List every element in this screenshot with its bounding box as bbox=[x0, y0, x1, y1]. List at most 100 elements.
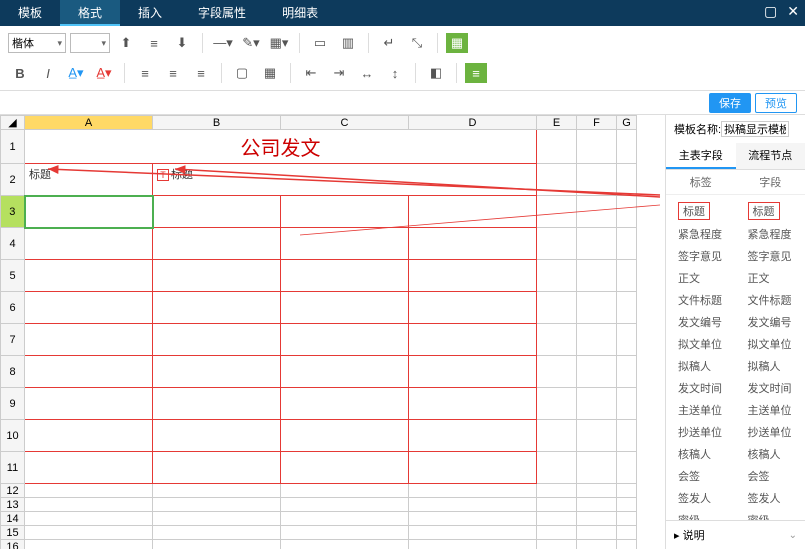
field-row-6[interactable]: 拟文单位拟文单位 bbox=[666, 333, 805, 355]
row-header-8[interactable]: 8 bbox=[1, 356, 25, 388]
title-cell[interactable]: 公司发文 bbox=[25, 130, 537, 164]
field-row-4[interactable]: 文件标题文件标题 bbox=[666, 289, 805, 311]
row-header-5[interactable]: 5 bbox=[1, 260, 25, 292]
bold-icon[interactable]: B bbox=[8, 62, 32, 84]
cell-B10[interactable] bbox=[153, 420, 281, 452]
line-style-icon[interactable]: —▾ bbox=[211, 32, 235, 54]
field-list[interactable]: 标题标题紧急程度紧急程度签字意见签字意见正文正文文件标题文件标题发文编号发文编号… bbox=[666, 195, 805, 520]
row-header-6[interactable]: 6 bbox=[1, 292, 25, 324]
field-label[interactable]: 密级 bbox=[666, 512, 736, 520]
corner-cell[interactable]: ◢ bbox=[1, 116, 25, 130]
template-name-input[interactable] bbox=[721, 121, 789, 137]
cell-G9[interactable] bbox=[617, 388, 637, 420]
window-close-icon[interactable]: ✕ bbox=[787, 3, 799, 20]
cell-E6[interactable] bbox=[537, 292, 577, 324]
col-header-F[interactable]: F bbox=[577, 116, 617, 130]
align-center-icon[interactable]: ≡ bbox=[161, 62, 185, 84]
cell-D10[interactable] bbox=[409, 420, 537, 452]
col-header-C[interactable]: C bbox=[281, 116, 409, 130]
field-name[interactable]: 文件标题 bbox=[736, 292, 805, 308]
merge-cells-icon[interactable]: ▭ bbox=[308, 32, 332, 54]
field-row-8[interactable]: 发文时间发文时间 bbox=[666, 377, 805, 399]
cell-G10[interactable] bbox=[617, 420, 637, 452]
field-label[interactable]: 文件标题 bbox=[666, 292, 736, 308]
menu-detail-table[interactable]: 明细表 bbox=[264, 0, 336, 26]
cell-C7[interactable] bbox=[281, 324, 409, 356]
cell-D16[interactable] bbox=[409, 540, 537, 549]
field-name[interactable]: 拟文单位 bbox=[736, 336, 805, 352]
cell-A10[interactable] bbox=[25, 420, 153, 452]
cell-C12[interactable] bbox=[281, 484, 409, 498]
distribute-v-icon[interactable]: ↕ bbox=[383, 62, 407, 84]
border-preset-icon[interactable]: ▦▾ bbox=[267, 32, 291, 54]
row-header-2[interactable]: 2 bbox=[1, 164, 25, 196]
cell-G11[interactable] bbox=[617, 452, 637, 484]
cell-B14[interactable] bbox=[153, 512, 281, 526]
row-header-15[interactable]: 15 bbox=[1, 526, 25, 540]
line-color-icon[interactable]: ✎▾ bbox=[239, 32, 263, 54]
menu-field-props[interactable]: 字段属性 bbox=[180, 0, 264, 26]
field-name[interactable]: 抄送单位 bbox=[736, 424, 805, 440]
cell-C14[interactable] bbox=[281, 512, 409, 526]
cell-D7[interactable] bbox=[409, 324, 537, 356]
cell-C4[interactable] bbox=[281, 228, 409, 260]
border-outer-icon[interactable]: ▢ bbox=[230, 62, 254, 84]
cell-F13[interactable] bbox=[577, 498, 617, 512]
field-label[interactable]: 抄送单位 bbox=[666, 424, 736, 440]
cell-F4[interactable] bbox=[577, 228, 617, 260]
field-row-7[interactable]: 拟稿人拟稿人 bbox=[666, 355, 805, 377]
cell-E14[interactable] bbox=[537, 512, 577, 526]
cell-E7[interactable] bbox=[537, 324, 577, 356]
col-header-B[interactable]: B bbox=[153, 116, 281, 130]
field-label[interactable]: 标题 bbox=[666, 202, 736, 220]
preview-button[interactable]: 预览 bbox=[755, 93, 797, 113]
field-name[interactable]: 签发人 bbox=[736, 490, 805, 506]
field-label[interactable]: 紧急程度 bbox=[666, 226, 736, 242]
cell-A6[interactable] bbox=[25, 292, 153, 324]
cell-F15[interactable] bbox=[577, 526, 617, 540]
cell-C5[interactable] bbox=[281, 260, 409, 292]
cell-B3[interactable] bbox=[153, 196, 281, 228]
cell-E12[interactable] bbox=[537, 484, 577, 498]
cell-F9[interactable] bbox=[577, 388, 617, 420]
highlight-row-icon[interactable]: ≡ bbox=[465, 63, 487, 83]
field-label[interactable]: 签字意见 bbox=[666, 248, 736, 264]
cell-C13[interactable] bbox=[281, 498, 409, 512]
field-row-1[interactable]: 紧急程度紧急程度 bbox=[666, 223, 805, 245]
cell-F10[interactable] bbox=[577, 420, 617, 452]
cell-A12[interactable] bbox=[25, 484, 153, 498]
row-header-13[interactable]: 13 bbox=[1, 498, 25, 512]
font-size-select[interactable]: ▾ bbox=[70, 33, 110, 53]
align-left-icon[interactable]: ≡ bbox=[133, 62, 157, 84]
cell-G12[interactable] bbox=[617, 484, 637, 498]
font-color-icon[interactable]: A̲▾ bbox=[92, 62, 116, 84]
row-header-14[interactable]: 14 bbox=[1, 512, 25, 526]
cell-B8[interactable] bbox=[153, 356, 281, 388]
cell-A4[interactable] bbox=[25, 228, 153, 260]
field-row-10[interactable]: 抄送单位抄送单位 bbox=[666, 421, 805, 443]
cell-F7[interactable] bbox=[577, 324, 617, 356]
cell-D9[interactable] bbox=[409, 388, 537, 420]
shrink-text-icon[interactable]: ⤡ bbox=[405, 32, 429, 54]
col-header-G[interactable]: G bbox=[617, 116, 637, 130]
indent-decrease-icon[interactable]: ⇤ bbox=[299, 62, 323, 84]
field-name[interactable]: 发文时间 bbox=[736, 380, 805, 396]
cell-G15[interactable] bbox=[617, 526, 637, 540]
cell-A13[interactable] bbox=[25, 498, 153, 512]
cell-A9[interactable] bbox=[25, 388, 153, 420]
col-header-D[interactable]: D bbox=[409, 116, 537, 130]
border-inner-icon[interactable]: ▦ bbox=[258, 62, 282, 84]
field-row-11[interactable]: 核稿人核稿人 bbox=[666, 443, 805, 465]
cell-F6[interactable] bbox=[577, 292, 617, 324]
field-row-14[interactable]: 密级密级 bbox=[666, 509, 805, 520]
field-label[interactable]: 拟稿人 bbox=[666, 358, 736, 374]
field-label[interactable]: 发文编号 bbox=[666, 314, 736, 330]
cell-C3[interactable] bbox=[281, 196, 409, 228]
cell-G13[interactable] bbox=[617, 498, 637, 512]
cell-C16[interactable] bbox=[281, 540, 409, 549]
save-button[interactable]: 保存 bbox=[709, 93, 751, 113]
menu-template[interactable]: 模板 bbox=[0, 0, 60, 26]
cell-A5[interactable] bbox=[25, 260, 153, 292]
cell-D15[interactable] bbox=[409, 526, 537, 540]
field-row-2[interactable]: 签字意见签字意见 bbox=[666, 245, 805, 267]
